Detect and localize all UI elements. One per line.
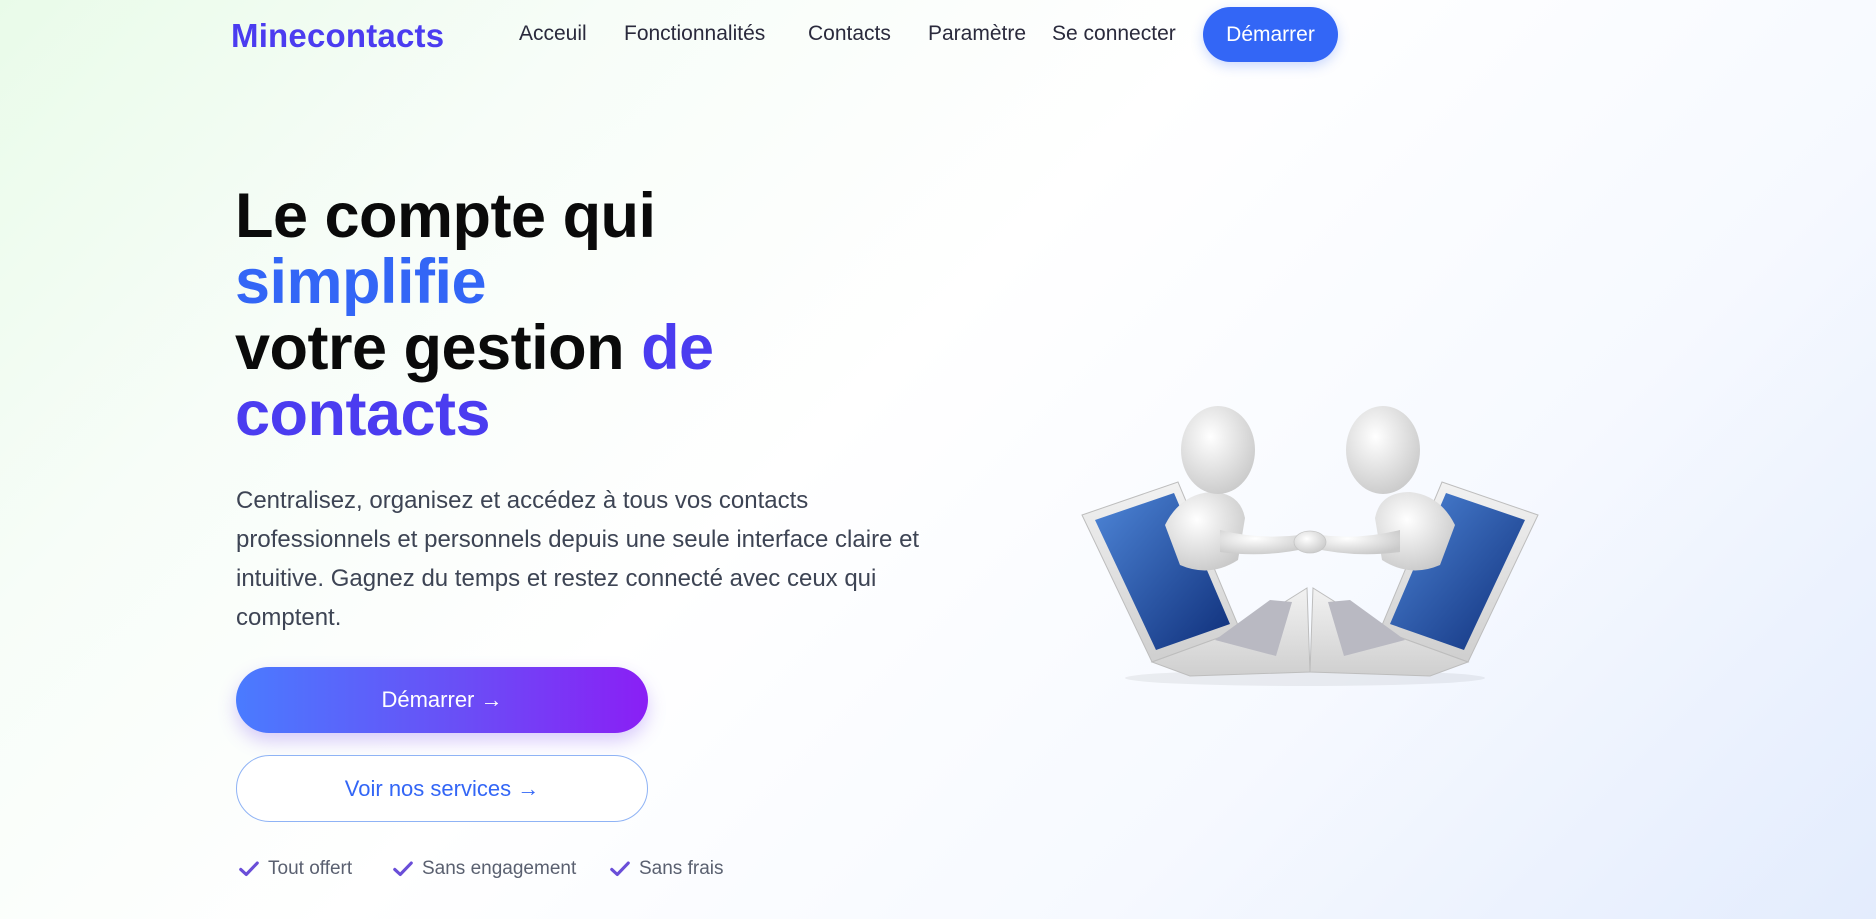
perk-item: Sans frais [609, 858, 723, 880]
nav-item-contacts[interactable]: Contacts [808, 22, 891, 46]
perk-item: Sans engagement [392, 858, 576, 880]
nav-start-button[interactable]: Démarrer [1203, 7, 1338, 62]
hero-title: Le compte qui simplifie votre gestion de… [235, 183, 714, 447]
perk-label: Tout offert [268, 858, 353, 879]
hero-title-highlight-contacts: contacts [235, 379, 491, 449]
hero-description: Centralisez, organisez et accédez à tous… [236, 487, 920, 631]
hero-title-line-3-text: votre gestion [235, 313, 642, 383]
hero-services-button[interactable]: Voir nos services → [236, 755, 648, 822]
perk-label: Sans frais [639, 858, 724, 879]
perk-label: Sans engagement [422, 858, 577, 879]
hero-title-line-1: Le compte qui [235, 181, 656, 251]
nav-item-se-connecter[interactable]: Se connecter [1052, 22, 1176, 46]
check-icon [610, 861, 630, 877]
nav-item-acceuil[interactable]: Acceuil [519, 22, 587, 46]
hero-title-line-3: votre gestion de [235, 315, 714, 381]
hero-start-button[interactable]: Démarrer → [236, 667, 648, 733]
handshake-laptops-illustration [1081, 406, 1539, 686]
hero-title-highlight-de: de [641, 313, 714, 383]
nav-item-parametre[interactable]: Paramètre [928, 22, 1026, 46]
check-icon [239, 861, 259, 877]
check-icon [393, 861, 413, 877]
perk-item: Tout offert [238, 858, 352, 880]
hero-title-highlight-simplifie: simplifie [235, 247, 487, 317]
main-nav: Acceuil Fonctionnalités Contacts Paramèt… [0, 22, 1876, 52]
nav-item-fonctionnalites[interactable]: Fonctionnalités [624, 22, 765, 46]
